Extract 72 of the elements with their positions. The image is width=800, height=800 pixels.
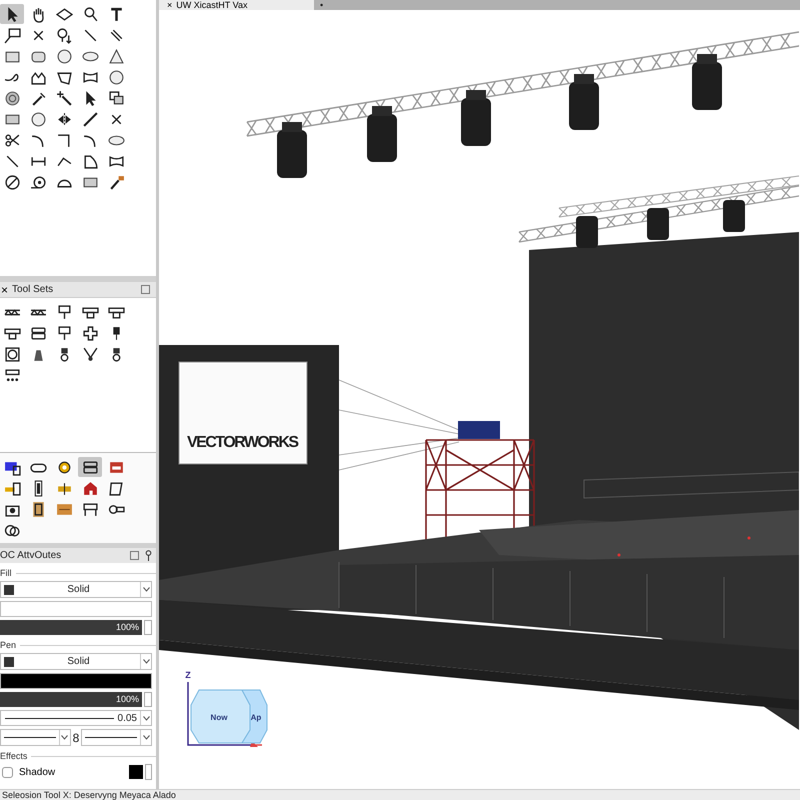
brush-icon [108, 174, 124, 190]
view-cube-drawing[interactable] [187, 682, 268, 747]
slider-handle[interactable] [145, 764, 152, 780]
sheet-icon [108, 480, 124, 496]
panel-menu-icon[interactable] [141, 285, 150, 294]
document-tab[interactable]: × UW XicastHT Vax [159, 0, 314, 10]
close-button[interactable]: × [0, 282, 8, 296]
shadow-checkbox[interactable]: Shadow [0, 766, 56, 778]
section-label: Effects [0, 751, 28, 761]
circle-icon [30, 110, 46, 128]
fill-color-field[interactable] [0, 601, 152, 617]
circle-icon [108, 68, 124, 86]
cross-shape-icon [82, 324, 98, 342]
hoist-icon [56, 304, 72, 320]
chevron-down-icon [61, 735, 68, 740]
pin-icon[interactable] [145, 550, 152, 561]
slider-handle[interactable] [144, 620, 152, 635]
double-line-icon [108, 26, 124, 44]
chevron-down-icon [142, 716, 150, 720]
arrowhead-dropdown[interactable] [0, 729, 71, 746]
style-dropdown[interactable]: Solid [0, 581, 152, 598]
section-label: Fill [0, 568, 12, 578]
desk-icon [82, 500, 98, 518]
scissors-icon [4, 132, 20, 148]
opacity-slider[interactable]: 100% [0, 692, 142, 707]
disc-icon [4, 90, 20, 106]
status-bar: Seleosion Tool X: Deservyng Meyaca Alado [0, 789, 800, 800]
gear-icon [56, 458, 72, 476]
dotted-bar-icon [4, 366, 20, 384]
hoist-icon [56, 324, 72, 342]
seat-icon [30, 324, 46, 342]
target-icon [4, 346, 20, 362]
circle-icon [56, 48, 72, 64]
style-swatch [4, 656, 14, 666]
cable-icon [4, 480, 20, 496]
line-weight-dropdown[interactable]: 0.05 [0, 710, 152, 726]
screen-logo-text: VECTORWORKS [187, 434, 299, 451]
panel-title: Tool Sets [12, 284, 54, 295]
mirror-icon [56, 110, 72, 128]
opacity-slider[interactable]: 100% [0, 620, 142, 635]
panel-menu-icon[interactable] [130, 551, 139, 560]
house-icon [82, 480, 98, 496]
triangle-icon [108, 48, 124, 64]
pen-color-field[interactable] [0, 673, 152, 689]
tab-marker: • [319, 0, 324, 10]
diamond-icon [56, 6, 72, 22]
tool-button[interactable] [78, 457, 102, 477]
cube-face-label: Now [210, 713, 228, 722]
search-icon [82, 6, 98, 22]
section-label: Pen [0, 640, 16, 650]
chevron-down-icon [142, 587, 150, 592]
slashed-circle-icon [4, 174, 20, 190]
seat-icon [82, 458, 98, 476]
style-dropdown[interactable]: Solid [0, 653, 152, 670]
panel-title: OC AttvOutes [0, 550, 62, 561]
cube-face-label: Ap [250, 713, 262, 722]
screen-icon [4, 26, 20, 44]
v-shape-icon [82, 346, 98, 362]
slider-handle[interactable] [144, 692, 152, 707]
overlapping-squares-icon [108, 90, 124, 106]
quarter-shape-icon [82, 152, 98, 170]
corner-icon [56, 132, 72, 148]
shadow-color-swatch[interactable] [129, 765, 143, 779]
chevron-down-icon [142, 735, 150, 740]
style-swatch [4, 584, 14, 594]
link-toggle[interactable]: 8 [72, 730, 80, 744]
tape-icon [30, 174, 46, 190]
arrowhead-dropdown[interactable] [81, 729, 152, 746]
axis-label: Z [185, 670, 191, 680]
wand-icon [56, 90, 72, 106]
chevron-down-icon [142, 659, 150, 664]
tool-button[interactable] [0, 4, 24, 24]
